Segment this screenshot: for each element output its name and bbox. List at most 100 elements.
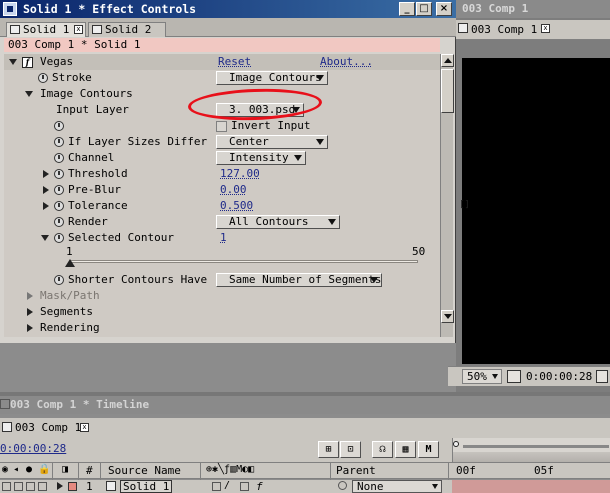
stopwatch-icon[interactable] xyxy=(54,201,64,211)
stopwatch-icon[interactable] xyxy=(54,233,64,243)
group-rendering[interactable]: Rendering xyxy=(4,320,440,336)
effect-header-vegas[interactable]: f Vegas Reset About... xyxy=(4,54,440,70)
tab-close-icon[interactable]: x xyxy=(74,25,83,34)
comp-timecode[interactable]: 0:00:00:28 xyxy=(526,367,592,387)
lock-toggle[interactable] xyxy=(38,482,47,491)
stopwatch-icon[interactable] xyxy=(38,73,48,83)
tab-solid-1[interactable]: Solid 1 x xyxy=(6,22,86,37)
fx-switch[interactable] xyxy=(240,482,249,491)
solo-toggle[interactable] xyxy=(26,482,35,491)
timeline-tab-label[interactable]: 003 Comp 1 xyxy=(15,421,81,434)
column-parent[interactable]: Parent xyxy=(336,464,376,477)
draft-3d-button[interactable]: ☊ xyxy=(372,441,393,458)
frame-blending-button[interactable]: ▦ xyxy=(395,441,416,458)
pickwhip-icon[interactable] xyxy=(338,481,347,490)
label-icon[interactable]: ◨ xyxy=(62,464,68,475)
stopwatch-icon[interactable] xyxy=(54,217,64,227)
timeline-tabs: 003 Comp 1 x xyxy=(0,418,610,438)
render-dropdown[interactable]: All Contours xyxy=(216,215,340,229)
maximize-button[interactable]: □ xyxy=(416,2,432,16)
stopwatch-icon[interactable] xyxy=(54,137,64,147)
minimize-button[interactable]: _ xyxy=(399,2,415,16)
close-button[interactable]: × xyxy=(436,2,452,16)
layer-duration-bar[interactable] xyxy=(452,480,610,493)
invert-input-checkbox[interactable] xyxy=(216,121,227,132)
twirl-closed-icon[interactable] xyxy=(57,482,63,490)
pre-blur-value[interactable]: 0.00 xyxy=(220,182,247,198)
dropdown-value: Image Contours xyxy=(229,71,322,84)
stopwatch-icon[interactable] xyxy=(54,169,64,179)
tab-close-icon[interactable]: x xyxy=(541,24,550,33)
twirl-open-icon[interactable] xyxy=(41,235,49,241)
label-color-swatch[interactable] xyxy=(68,482,77,491)
solo-icon[interactable]: ● xyxy=(26,464,32,475)
fx-toggle-icon[interactable]: f xyxy=(22,57,33,68)
motion-blur-button[interactable]: M xyxy=(418,441,439,458)
vertical-scrollbar[interactable] xyxy=(440,54,454,337)
about-link[interactable]: About... xyxy=(320,54,373,70)
timeline-ruler-top[interactable] xyxy=(452,438,610,462)
effect-controls-titlebar[interactable]: Solid 1 * Effect Controls _ □ × xyxy=(0,0,456,18)
slider-thumb[interactable] xyxy=(65,259,75,267)
row-label: Pre-Blur xyxy=(68,183,121,196)
twirl-closed-icon[interactable] xyxy=(43,186,49,194)
stroke-dropdown[interactable]: Image Contours xyxy=(216,71,328,85)
reset-link[interactable]: Reset xyxy=(218,54,251,70)
timeline-timecode[interactable]: 0:00:00:28 xyxy=(0,442,66,455)
row-label: Input Layer xyxy=(56,103,129,116)
comp-tab-label[interactable]: 003 Comp 1 xyxy=(471,23,537,36)
slider-track[interactable] xyxy=(70,260,418,263)
shorter-contours-dropdown[interactable]: Same Number of Segments xyxy=(216,273,382,287)
selected-contour-value[interactable]: 1 xyxy=(220,230,227,246)
work-area-start-icon[interactable] xyxy=(453,441,459,447)
timeline-layer-row[interactable]: 1 Solid 1 / f None xyxy=(0,480,610,493)
timeline-titlebar[interactable]: 003 Comp 1 * Timeline xyxy=(0,396,610,414)
twirl-closed-icon[interactable] xyxy=(27,308,33,316)
shy-switch[interactable] xyxy=(212,482,221,491)
tab-close-icon[interactable]: x xyxy=(80,423,89,432)
column-source-name[interactable]: Source Name xyxy=(108,464,181,477)
scroll-down-button[interactable] xyxy=(441,310,454,323)
composition-titlebar[interactable]: 003 Comp 1 xyxy=(456,0,610,18)
snapshot-icon[interactable] xyxy=(596,370,608,383)
composition-viewer[interactable] xyxy=(462,58,610,364)
dropdown-value: Same Number of Segments xyxy=(229,273,382,286)
scroll-up-button[interactable] xyxy=(441,54,454,67)
twirl-open-icon[interactable] xyxy=(25,91,33,97)
effect-controls-tabs: Solid 1 x Solid 2 xyxy=(0,18,456,37)
live-update-button[interactable]: ⊡ xyxy=(340,441,361,458)
tab-solid-2[interactable]: Solid 2 xyxy=(88,22,166,37)
channel-dropdown[interactable]: Intensity xyxy=(216,151,306,165)
time-navigator[interactable] xyxy=(453,452,610,462)
chevron-down-icon xyxy=(294,155,302,161)
twirl-closed-icon[interactable] xyxy=(43,202,49,210)
parent-dropdown[interactable]: None xyxy=(352,480,442,493)
group-segments[interactable]: Segments xyxy=(4,304,440,320)
stopwatch-icon[interactable] xyxy=(54,153,64,163)
audio-toggle[interactable] xyxy=(14,482,23,491)
twirl-closed-icon[interactable] xyxy=(27,324,33,332)
safe-zones-icon[interactable] xyxy=(507,370,521,383)
layer-sizes-dropdown[interactable]: Center xyxy=(216,135,328,149)
twirl-open-icon[interactable] xyxy=(9,59,17,65)
comp-flowchart-button[interactable]: ⊞ xyxy=(318,441,339,458)
threshold-value[interactable]: 127.00 xyxy=(220,166,260,182)
twirl-closed-icon[interactable] xyxy=(27,292,33,300)
work-area-bar[interactable] xyxy=(463,445,609,448)
tolerance-value[interactable]: 0.500 xyxy=(220,198,253,214)
twirl-closed-icon[interactable] xyxy=(43,170,49,178)
layer-name[interactable]: Solid 1 xyxy=(120,480,173,493)
lock-icon[interactable]: 🔒 xyxy=(38,464,50,475)
visibility-toggle[interactable] xyxy=(2,482,11,491)
scrollbar-thumb[interactable] xyxy=(441,69,454,113)
row-label: Shorter Contours Have xyxy=(68,273,208,286)
slash-icon[interactable]: / xyxy=(224,480,230,491)
effect-switch-icon[interactable]: f xyxy=(256,480,263,493)
group-mask-path[interactable]: Mask/Path xyxy=(4,288,440,304)
zoom-dropdown[interactable]: 50% xyxy=(462,369,502,384)
eye-icon[interactable]: ◉ xyxy=(2,464,8,475)
audio-icon[interactable]: ◂ xyxy=(13,464,19,475)
stopwatch-icon[interactable] xyxy=(54,121,64,131)
stopwatch-icon[interactable] xyxy=(54,185,64,195)
stopwatch-icon[interactable] xyxy=(54,275,64,285)
